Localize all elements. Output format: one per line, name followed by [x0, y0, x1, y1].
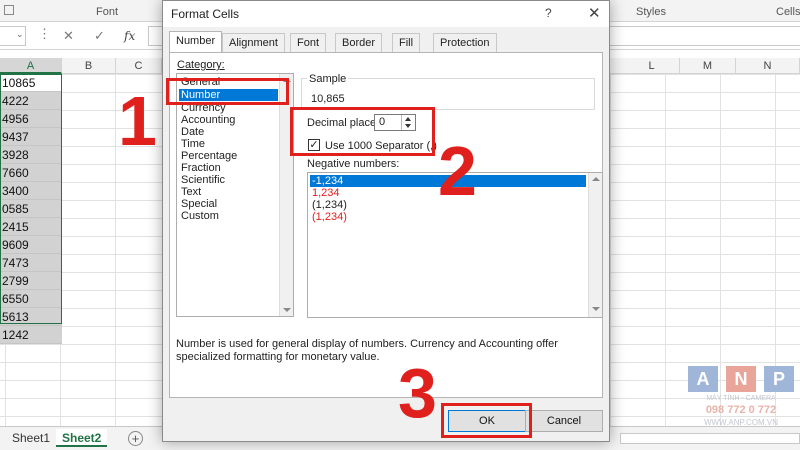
column-header-n[interactable]: N — [736, 58, 800, 74]
scroll-down-icon[interactable] — [592, 307, 600, 311]
sheet-tab-sheet2[interactable]: Sheet2 — [56, 429, 108, 447]
chevron-down-icon: ⌄ — [16, 29, 24, 39]
category-item-number[interactable]: Number — [179, 89, 278, 101]
category-item-accounting[interactable]: Accounting — [181, 114, 235, 126]
cell[interactable]: 4956 — [0, 110, 62, 128]
step-number-3: 3 — [398, 354, 437, 432]
scroll-up-icon[interactable] — [592, 177, 600, 181]
enter-icon[interactable]: ✓ — [94, 28, 105, 44]
tab-number[interactable]: Number — [169, 31, 223, 52]
logo-tagline: MÁY TÍNH - CAMERA — [706, 395, 776, 402]
cell[interactable]: 9609 — [0, 236, 62, 254]
column-header-c[interactable]: C — [116, 58, 162, 74]
cell[interactable]: 7473 — [0, 254, 62, 272]
cell[interactable]: 6550 — [0, 290, 62, 308]
ok-button[interactable]: OK — [448, 410, 526, 432]
cell[interactable]: 3928 — [0, 146, 62, 164]
decimal-places-label: Decimal places: — [307, 117, 385, 129]
dialog-title: Format Cells — [171, 7, 240, 21]
format-cells-dialog: Format Cells ? ✕ Number Alignment Font B… — [162, 0, 610, 442]
category-item-percentage[interactable]: Percentage — [181, 150, 237, 162]
chevron-down-icon[interactable] — [405, 124, 411, 128]
negative-numbers-label: Negative numbers: — [307, 158, 400, 170]
logo-letter-a: A — [688, 366, 718, 392]
cell[interactable]: 9437 — [0, 128, 62, 146]
horizontal-scrollbar[interactable] — [620, 433, 800, 444]
category-description: Number is used for general display of nu… — [176, 338, 558, 363]
cancel-button[interactable]: Cancel — [525, 410, 603, 432]
cell[interactable]: 0585 — [0, 200, 62, 218]
dialog-launcher-icon[interactable] — [4, 5, 14, 15]
decimal-places-value: 0 — [379, 116, 386, 128]
cell[interactable]: 5613 — [0, 308, 62, 326]
tab-border[interactable]: Border — [335, 33, 383, 52]
step-number-1: 1 — [118, 82, 157, 160]
column-header-m[interactable]: M — [680, 58, 736, 74]
column-header-b[interactable]: B — [62, 58, 116, 74]
scroll-up-icon[interactable] — [283, 78, 291, 82]
chevron-up-icon[interactable] — [405, 117, 411, 121]
category-item-general[interactable]: General — [181, 76, 220, 88]
step-number-2: 2 — [438, 132, 477, 210]
logo-letter-p: P — [764, 366, 794, 392]
insert-function-icon[interactable]: fx — [124, 29, 135, 43]
column-a-cells: 10865 4222 4956 9437 3928 7660 3400 0585… — [0, 74, 62, 344]
sample-value: 10,865 — [311, 93, 345, 105]
logo-letters: A N P — [688, 366, 794, 392]
add-sheet-icon[interactable]: + — [128, 431, 143, 446]
category-label: Category: — [177, 59, 225, 71]
cell[interactable]: 1242 — [0, 326, 62, 344]
close-icon[interactable]: ✕ — [588, 4, 601, 22]
category-list[interactable]: General Number Currency Accounting Date … — [176, 73, 294, 317]
ribbon-group-styles: Styles — [636, 6, 666, 18]
cell[interactable]: 4222 — [0, 92, 62, 110]
column-header-l[interactable]: L — [624, 58, 680, 74]
checkmark-icon: ✓ — [309, 139, 319, 151]
category-item-custom[interactable]: Custom — [181, 210, 219, 222]
category-item-fraction[interactable]: Fraction — [181, 162, 221, 174]
cell[interactable]: 2415 — [0, 218, 62, 236]
use-1000-separator-label[interactable]: Use 1000 Separator (,) — [325, 140, 437, 152]
logo-url: WWW.ANP.COM.VN — [703, 418, 779, 427]
logo-phone: 098 772 0 772 — [705, 404, 777, 416]
category-item-date[interactable]: Date — [181, 126, 204, 138]
anp-watermark-logo: A N P MÁY TÍNH - CAMERA 098 772 0 772 WW… — [688, 366, 794, 430]
help-icon[interactable]: ? — [545, 6, 552, 20]
logo-letter-n: N — [726, 366, 756, 392]
column-header-a[interactable]: A — [0, 58, 62, 74]
tab-alignment[interactable]: Alignment — [222, 33, 285, 52]
stepper-buttons[interactable] — [401, 115, 415, 130]
cell[interactable]: 3400 — [0, 182, 62, 200]
sheet-tab-sheet1[interactable]: Sheet1 — [6, 429, 56, 447]
sample-label: Sample — [307, 73, 349, 85]
negative-format-option[interactable]: (1,234) — [310, 211, 347, 223]
tab-fill[interactable]: Fill — [392, 33, 421, 52]
cell[interactable]: 10865 — [0, 74, 62, 92]
decimal-places-stepper[interactable]: 0 — [374, 114, 416, 131]
negative-format-option[interactable]: 1,234 — [310, 187, 340, 199]
more-options-icon[interactable]: ⋮ — [38, 26, 51, 42]
tab-font[interactable]: Font — [290, 33, 327, 52]
negative-numbers-scrollbar[interactable] — [588, 173, 602, 317]
negative-format-option[interactable]: (1,234) — [310, 199, 347, 211]
scroll-down-icon[interactable] — [283, 308, 291, 312]
cancel-entry-icon[interactable]: ✕ — [63, 28, 74, 44]
name-box[interactable]: ⌄ — [0, 26, 26, 46]
category-scrollbar[interactable] — [279, 74, 293, 316]
ribbon-group-cells: Cells — [776, 6, 800, 18]
category-item-special[interactable]: Special — [181, 198, 217, 210]
category-item-text[interactable]: Text — [181, 186, 201, 198]
cell[interactable]: 2799 — [0, 272, 62, 290]
use-1000-separator-checkbox[interactable]: ✓ — [308, 139, 320, 151]
category-item-time[interactable]: Time — [181, 138, 205, 150]
tab-protection[interactable]: Protection — [433, 33, 497, 52]
dialog-titlebar[interactable]: Format Cells ? ✕ — [163, 1, 609, 27]
category-item-scientific[interactable]: Scientific — [181, 174, 225, 186]
number-tab-panel: Category: General Number Currency Accoun… — [169, 52, 603, 398]
category-item-currency[interactable]: Currency — [181, 102, 226, 114]
cell[interactable]: 7660 — [0, 164, 62, 182]
ribbon-group-font: Font — [96, 6, 119, 18]
